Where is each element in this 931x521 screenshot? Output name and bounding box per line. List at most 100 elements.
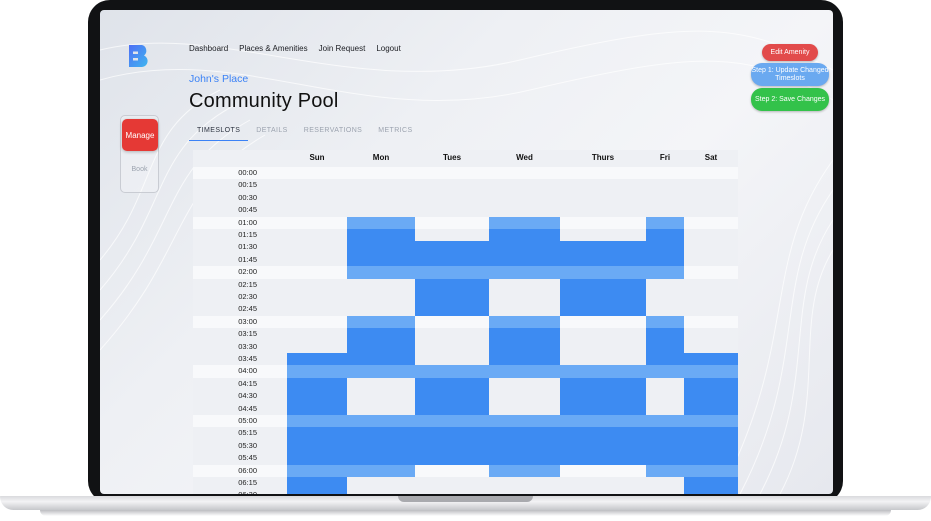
timeslot-cell-wed[interactable]	[489, 241, 560, 254]
timeslot-cell-wed[interactable]	[489, 204, 560, 216]
timeslot-cell-fri[interactable]	[646, 365, 684, 378]
timeslot-cell-fri[interactable]	[646, 403, 684, 415]
timeslot-cell-thurs[interactable]	[560, 427, 646, 440]
timeslot-cell-sat[interactable]	[684, 377, 738, 391]
timeslot-cell-fri[interactable]	[646, 216, 684, 229]
timeslot-cell-mon[interactable]	[347, 315, 415, 329]
timeslot-cell-fri[interactable]	[646, 253, 684, 267]
timeslot-cell-sun[interactable]	[287, 489, 347, 494]
timeslot-cell-sat[interactable]	[684, 477, 738, 490]
timeslot-cell-tues[interactable]	[415, 439, 489, 453]
timeslot-cell-sat[interactable]	[684, 266, 738, 278]
timeslot-cell-sun[interactable]	[287, 390, 347, 403]
nav-logout[interactable]: Logout	[376, 44, 400, 53]
timeslot-cell-fri[interactable]	[646, 204, 684, 216]
timeslot-cell-wed[interactable]	[489, 439, 560, 453]
timeslot-cell-sat[interactable]	[684, 328, 738, 340]
timeslot-cell-sun[interactable]	[287, 241, 347, 253]
timeslot-cell-thurs[interactable]	[560, 365, 646, 378]
timeslot-cell-sat[interactable]	[684, 204, 738, 216]
timeslot-cell-fri[interactable]	[646, 390, 684, 402]
timeslot-cell-mon[interactable]	[347, 427, 415, 440]
timeslot-cell-mon[interactable]	[347, 477, 415, 489]
timeslot-cell-mon[interactable]	[347, 167, 415, 179]
timeslot-cell-wed[interactable]	[489, 216, 560, 229]
timeslot-cell-tues[interactable]	[415, 217, 489, 229]
timeslot-cell-mon[interactable]	[347, 253, 415, 267]
timeslot-cell-wed[interactable]	[489, 315, 560, 329]
timeslot-cell-wed[interactable]	[489, 452, 560, 465]
timeslot-cell-sun[interactable]	[287, 229, 347, 241]
timeslot-cell-fri[interactable]	[646, 415, 684, 428]
timeslot-cell-fri[interactable]	[646, 241, 684, 254]
timeslot-cell-sun[interactable]	[287, 217, 347, 229]
timeslot-cell-fri[interactable]	[646, 452, 684, 465]
timeslot-cell-mon[interactable]	[347, 179, 415, 191]
timeslot-cell-mon[interactable]	[347, 204, 415, 216]
timeslot-cell-thurs[interactable]	[560, 402, 646, 415]
timeslot-cell-sun[interactable]	[287, 353, 347, 366]
timeslot-cell-sat[interactable]	[684, 353, 738, 366]
timeslot-cell-tues[interactable]	[415, 278, 489, 291]
timeslot-cell-thurs[interactable]	[560, 192, 646, 204]
timeslot-cell-mon[interactable]	[347, 439, 415, 453]
timeslot-cell-tues[interactable]	[415, 167, 489, 179]
timeslot-cell-sun[interactable]	[287, 179, 347, 191]
timeslot-cell-sun[interactable]	[287, 402, 347, 415]
tab-reservations[interactable]: RESERVATIONS	[296, 127, 370, 141]
timeslot-cell-mon[interactable]	[347, 340, 415, 353]
timeslot-cell-mon[interactable]	[347, 353, 415, 366]
timeslot-cell-mon[interactable]	[347, 266, 415, 279]
timeslot-cell-tues[interactable]	[415, 291, 489, 304]
timeslot-cell-wed[interactable]	[489, 179, 560, 191]
timeslot-cell-wed[interactable]	[489, 353, 560, 366]
timeslot-cell-sun[interactable]	[287, 439, 347, 453]
timeslot-cell-fri[interactable]	[646, 315, 684, 329]
timeslot-cell-thurs[interactable]	[560, 465, 646, 477]
timeslot-cell-sat[interactable]	[684, 439, 738, 453]
timeslot-cell-fri[interactable]	[646, 340, 684, 353]
timeslot-cell-sat[interactable]	[684, 303, 738, 315]
nav-join-request[interactable]: Join Request	[319, 44, 366, 53]
timeslot-cell-fri[interactable]	[646, 378, 684, 390]
timeslot-cell-mon[interactable]	[347, 390, 415, 402]
timeslot-cell-thurs[interactable]	[560, 253, 646, 267]
timeslot-cell-thurs[interactable]	[560, 316, 646, 328]
timeslot-cell-fri[interactable]	[646, 266, 684, 279]
timeslot-cell-thurs[interactable]	[560, 377, 646, 391]
timeslot-cell-sun[interactable]	[287, 415, 347, 428]
timeslot-cell-mon[interactable]	[347, 241, 415, 254]
timeslot-cell-wed[interactable]	[489, 427, 560, 440]
timeslot-cell-sat[interactable]	[684, 316, 738, 328]
timeslot-cell-thurs[interactable]	[560, 266, 646, 279]
timeslot-cell-thurs[interactable]	[560, 439, 646, 453]
place-name[interactable]: John's Place	[189, 73, 248, 85]
timeslot-cell-sat[interactable]	[684, 452, 738, 465]
tab-timeslots[interactable]: TIMESLOTS	[189, 127, 249, 141]
timeslot-cell-mon[interactable]	[347, 489, 415, 494]
timeslot-cell-wed[interactable]	[489, 291, 560, 303]
timeslot-cell-sun[interactable]	[287, 328, 347, 340]
timeslot-cell-wed[interactable]	[489, 464, 560, 477]
timeslot-cell-thurs[interactable]	[560, 415, 646, 428]
timeslot-cell-tues[interactable]	[415, 316, 489, 328]
timeslot-cell-sat[interactable]	[684, 254, 738, 266]
timeslot-cell-tues[interactable]	[415, 229, 489, 241]
timeslot-cell-fri[interactable]	[646, 229, 684, 242]
timeslot-cell-fri[interactable]	[646, 192, 684, 204]
timeslot-cell-sat[interactable]	[684, 179, 738, 191]
timeslot-cell-thurs[interactable]	[560, 341, 646, 353]
timeslot-cell-sun[interactable]	[287, 192, 347, 204]
timeslot-cell-tues[interactable]	[415, 489, 489, 494]
timeslot-cell-thurs[interactable]	[560, 477, 646, 489]
timeslot-cell-sun[interactable]	[287, 464, 347, 477]
manage-button[interactable]: Manage	[122, 119, 158, 151]
timeslot-cell-tues[interactable]	[415, 365, 489, 378]
timeslot-cell-fri[interactable]	[646, 303, 684, 315]
timeslot-cell-fri[interactable]	[646, 427, 684, 440]
timeslot-cell-mon[interactable]	[347, 216, 415, 229]
timeslot-cell-thurs[interactable]	[560, 303, 646, 316]
timeslot-cell-sat[interactable]	[684, 390, 738, 403]
timeslot-cell-sun[interactable]	[287, 377, 347, 391]
timeslot-cell-wed[interactable]	[489, 167, 560, 179]
